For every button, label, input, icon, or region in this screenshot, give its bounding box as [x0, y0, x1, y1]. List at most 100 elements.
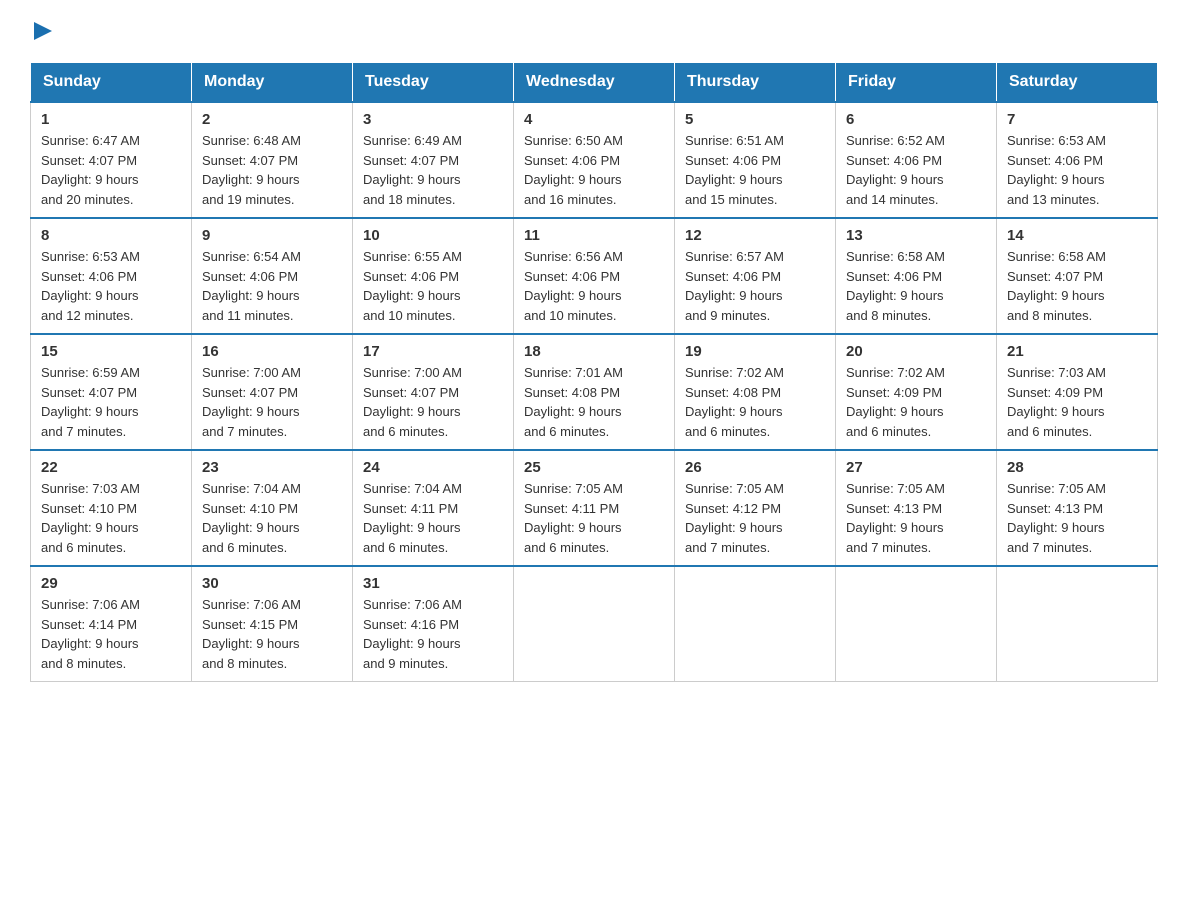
- calendar-cell: 22 Sunrise: 7:03 AMSunset: 4:10 PMDaylig…: [31, 450, 192, 566]
- day-number: 12: [685, 227, 825, 244]
- calendar-cell: 14 Sunrise: 6:58 AMSunset: 4:07 PMDaylig…: [997, 218, 1158, 334]
- day-info: Sunrise: 7:02 AMSunset: 4:08 PMDaylight:…: [685, 365, 784, 439]
- day-info: Sunrise: 6:58 AMSunset: 4:06 PMDaylight:…: [846, 249, 945, 323]
- calendar-cell: 15 Sunrise: 6:59 AMSunset: 4:07 PMDaylig…: [31, 334, 192, 450]
- day-info: Sunrise: 7:04 AMSunset: 4:11 PMDaylight:…: [363, 481, 462, 555]
- calendar-cell: 28 Sunrise: 7:05 AMSunset: 4:13 PMDaylig…: [997, 450, 1158, 566]
- day-number: 31: [363, 575, 503, 592]
- day-info: Sunrise: 7:00 AMSunset: 4:07 PMDaylight:…: [363, 365, 462, 439]
- day-info: Sunrise: 7:03 AMSunset: 4:09 PMDaylight:…: [1007, 365, 1106, 439]
- calendar-cell: 18 Sunrise: 7:01 AMSunset: 4:08 PMDaylig…: [514, 334, 675, 450]
- day-number: 9: [202, 227, 342, 244]
- calendar-cell: 9 Sunrise: 6:54 AMSunset: 4:06 PMDayligh…: [192, 218, 353, 334]
- calendar-cell: 6 Sunrise: 6:52 AMSunset: 4:06 PMDayligh…: [836, 102, 997, 218]
- calendar-cell: 1 Sunrise: 6:47 AMSunset: 4:07 PMDayligh…: [31, 102, 192, 218]
- day-info: Sunrise: 6:57 AMSunset: 4:06 PMDaylight:…: [685, 249, 784, 323]
- day-number: 30: [202, 575, 342, 592]
- page-header: [30, 20, 1158, 42]
- day-number: 2: [202, 111, 342, 128]
- calendar-cell: [675, 566, 836, 682]
- calendar-cell: 23 Sunrise: 7:04 AMSunset: 4:10 PMDaylig…: [192, 450, 353, 566]
- calendar-cell: 13 Sunrise: 6:58 AMSunset: 4:06 PMDaylig…: [836, 218, 997, 334]
- day-info: Sunrise: 6:54 AMSunset: 4:06 PMDaylight:…: [202, 249, 301, 323]
- calendar-cell: [836, 566, 997, 682]
- day-number: 19: [685, 343, 825, 360]
- day-number: 1: [41, 111, 181, 128]
- calendar-cell: 30 Sunrise: 7:06 AMSunset: 4:15 PMDaylig…: [192, 566, 353, 682]
- calendar-cell: 8 Sunrise: 6:53 AMSunset: 4:06 PMDayligh…: [31, 218, 192, 334]
- day-number: 25: [524, 459, 664, 476]
- day-info: Sunrise: 6:55 AMSunset: 4:06 PMDaylight:…: [363, 249, 462, 323]
- weekday-header-sunday: Sunday: [31, 63, 192, 103]
- calendar-cell: 3 Sunrise: 6:49 AMSunset: 4:07 PMDayligh…: [353, 102, 514, 218]
- day-number: 10: [363, 227, 503, 244]
- calendar-cell: 12 Sunrise: 6:57 AMSunset: 4:06 PMDaylig…: [675, 218, 836, 334]
- day-number: 4: [524, 111, 664, 128]
- calendar-cell: 27 Sunrise: 7:05 AMSunset: 4:13 PMDaylig…: [836, 450, 997, 566]
- day-number: 11: [524, 227, 664, 244]
- day-info: Sunrise: 7:01 AMSunset: 4:08 PMDaylight:…: [524, 365, 623, 439]
- weekday-header-row: SundayMondayTuesdayWednesdayThursdayFrid…: [31, 63, 1158, 103]
- calendar-cell: 19 Sunrise: 7:02 AMSunset: 4:08 PMDaylig…: [675, 334, 836, 450]
- day-info: Sunrise: 6:53 AMSunset: 4:06 PMDaylight:…: [1007, 133, 1106, 207]
- day-info: Sunrise: 7:02 AMSunset: 4:09 PMDaylight:…: [846, 365, 945, 439]
- weekday-header-thursday: Thursday: [675, 63, 836, 103]
- day-info: Sunrise: 7:05 AMSunset: 4:13 PMDaylight:…: [846, 481, 945, 555]
- calendar-cell: [514, 566, 675, 682]
- day-number: 18: [524, 343, 664, 360]
- calendar-week-row: 8 Sunrise: 6:53 AMSunset: 4:06 PMDayligh…: [31, 218, 1158, 334]
- day-number: 21: [1007, 343, 1147, 360]
- day-info: Sunrise: 7:06 AMSunset: 4:15 PMDaylight:…: [202, 597, 301, 671]
- day-number: 28: [1007, 459, 1147, 476]
- day-info: Sunrise: 7:05 AMSunset: 4:11 PMDaylight:…: [524, 481, 623, 555]
- weekday-header-wednesday: Wednesday: [514, 63, 675, 103]
- day-number: 20: [846, 343, 986, 360]
- day-number: 3: [363, 111, 503, 128]
- day-info: Sunrise: 6:47 AMSunset: 4:07 PMDaylight:…: [41, 133, 140, 207]
- calendar-cell: 21 Sunrise: 7:03 AMSunset: 4:09 PMDaylig…: [997, 334, 1158, 450]
- calendar-cell: 10 Sunrise: 6:55 AMSunset: 4:06 PMDaylig…: [353, 218, 514, 334]
- calendar-cell: 25 Sunrise: 7:05 AMSunset: 4:11 PMDaylig…: [514, 450, 675, 566]
- weekday-header-saturday: Saturday: [997, 63, 1158, 103]
- day-info: Sunrise: 7:05 AMSunset: 4:12 PMDaylight:…: [685, 481, 784, 555]
- day-info: Sunrise: 6:56 AMSunset: 4:06 PMDaylight:…: [524, 249, 623, 323]
- calendar-cell: [997, 566, 1158, 682]
- calendar-cell: 29 Sunrise: 7:06 AMSunset: 4:14 PMDaylig…: [31, 566, 192, 682]
- day-info: Sunrise: 7:06 AMSunset: 4:14 PMDaylight:…: [41, 597, 140, 671]
- day-number: 16: [202, 343, 342, 360]
- day-number: 7: [1007, 111, 1147, 128]
- day-number: 24: [363, 459, 503, 476]
- weekday-header-monday: Monday: [192, 63, 353, 103]
- calendar-cell: 17 Sunrise: 7:00 AMSunset: 4:07 PMDaylig…: [353, 334, 514, 450]
- day-info: Sunrise: 6:51 AMSunset: 4:06 PMDaylight:…: [685, 133, 784, 207]
- day-info: Sunrise: 7:00 AMSunset: 4:07 PMDaylight:…: [202, 365, 301, 439]
- day-info: Sunrise: 6:58 AMSunset: 4:07 PMDaylight:…: [1007, 249, 1106, 323]
- day-number: 13: [846, 227, 986, 244]
- day-info: Sunrise: 6:52 AMSunset: 4:06 PMDaylight:…: [846, 133, 945, 207]
- day-info: Sunrise: 7:03 AMSunset: 4:10 PMDaylight:…: [41, 481, 140, 555]
- weekday-header-tuesday: Tuesday: [353, 63, 514, 103]
- day-number: 26: [685, 459, 825, 476]
- calendar-table: SundayMondayTuesdayWednesdayThursdayFrid…: [30, 62, 1158, 682]
- calendar-cell: 2 Sunrise: 6:48 AMSunset: 4:07 PMDayligh…: [192, 102, 353, 218]
- day-info: Sunrise: 6:59 AMSunset: 4:07 PMDaylight:…: [41, 365, 140, 439]
- day-info: Sunrise: 6:48 AMSunset: 4:07 PMDaylight:…: [202, 133, 301, 207]
- day-number: 17: [363, 343, 503, 360]
- day-number: 5: [685, 111, 825, 128]
- calendar-cell: 26 Sunrise: 7:05 AMSunset: 4:12 PMDaylig…: [675, 450, 836, 566]
- day-number: 15: [41, 343, 181, 360]
- calendar-cell: 4 Sunrise: 6:50 AMSunset: 4:06 PMDayligh…: [514, 102, 675, 218]
- day-info: Sunrise: 7:04 AMSunset: 4:10 PMDaylight:…: [202, 481, 301, 555]
- calendar-cell: 20 Sunrise: 7:02 AMSunset: 4:09 PMDaylig…: [836, 334, 997, 450]
- day-number: 8: [41, 227, 181, 244]
- calendar-cell: 16 Sunrise: 7:00 AMSunset: 4:07 PMDaylig…: [192, 334, 353, 450]
- day-info: Sunrise: 7:05 AMSunset: 4:13 PMDaylight:…: [1007, 481, 1106, 555]
- calendar-cell: 5 Sunrise: 6:51 AMSunset: 4:06 PMDayligh…: [675, 102, 836, 218]
- calendar-cell: 31 Sunrise: 7:06 AMSunset: 4:16 PMDaylig…: [353, 566, 514, 682]
- day-number: 23: [202, 459, 342, 476]
- day-number: 6: [846, 111, 986, 128]
- weekday-header-friday: Friday: [836, 63, 997, 103]
- day-number: 27: [846, 459, 986, 476]
- day-number: 14: [1007, 227, 1147, 244]
- calendar-week-row: 15 Sunrise: 6:59 AMSunset: 4:07 PMDaylig…: [31, 334, 1158, 450]
